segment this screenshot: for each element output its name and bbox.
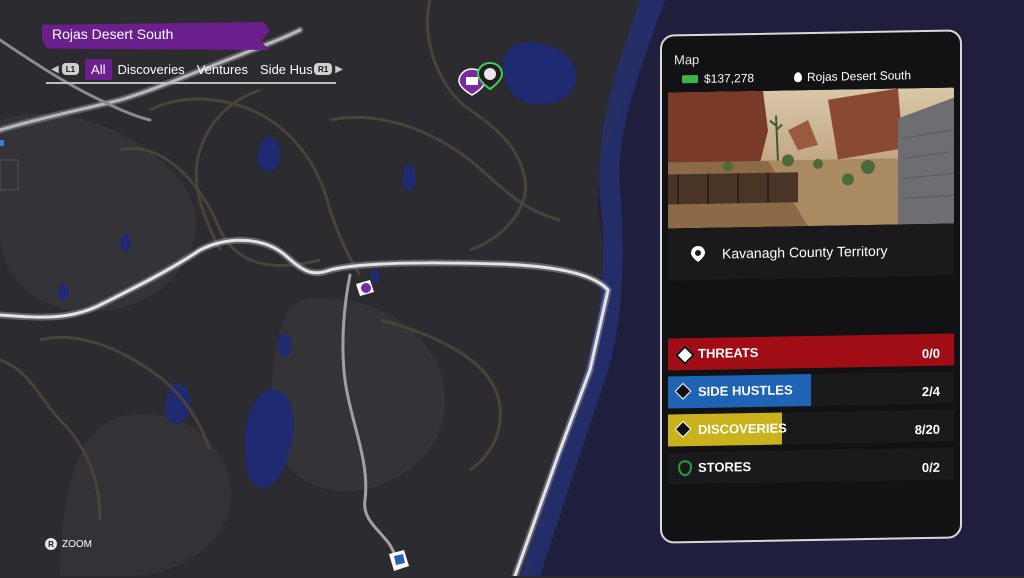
stat-row-discoveries[interactable]: DISCOVERIES 8/20 xyxy=(668,409,954,447)
money-value: $137,278 xyxy=(704,70,755,86)
tabs-divider xyxy=(46,82,336,84)
money-display: $137,278 xyxy=(682,71,754,86)
stat-label: SIDE HUSTLES xyxy=(698,382,793,399)
location-name: Rojas Desert South xyxy=(807,68,912,85)
r-button-icon: R xyxy=(45,538,57,550)
shield-icon xyxy=(678,460,692,477)
zoom-label: ZOOM xyxy=(62,538,92,550)
stat-row-stores[interactable]: STORES 0/2 xyxy=(668,447,954,485)
region-title: Rojas Desert South xyxy=(52,26,174,42)
category-tabs: ◀ L1 All Discoveries Ventures Side Hus R… xyxy=(48,58,346,80)
territory-name: Kavanagh County Territory xyxy=(722,242,888,262)
tab-right-arrow-icon[interactable]: ▶ xyxy=(335,64,343,75)
stat-label: DISCOVERIES xyxy=(698,420,787,437)
location-caption: Kavanagh County Territory xyxy=(668,223,954,281)
zoom-hint: R ZOOM xyxy=(45,538,92,550)
location-display: Rojas Desert South xyxy=(794,68,911,84)
tab-discoveries[interactable]: Discoveries xyxy=(112,59,191,80)
location-pin-icon xyxy=(794,72,802,83)
discovery-marker-icon[interactable] xyxy=(354,278,376,298)
store-marker-icon[interactable] xyxy=(476,61,504,91)
l1-button-icon[interactable]: L1 xyxy=(61,63,80,75)
stat-value: 2/4 xyxy=(921,383,940,400)
tab-left-arrow-icon[interactable]: ◀ xyxy=(51,64,59,75)
tab-all[interactable]: All xyxy=(85,58,112,80)
map-info-panel: Map $137,278 Rojas Desert South Kavanagh… xyxy=(660,29,962,544)
stat-value: 0/2 xyxy=(921,459,940,476)
stat-row-threats[interactable]: THREATS 0/0 xyxy=(668,333,954,371)
tab-ventures[interactable]: Ventures xyxy=(191,59,254,80)
cash-icon xyxy=(682,74,698,84)
tab-side-hustles[interactable]: Side Hus xyxy=(254,59,314,80)
r1-button-icon[interactable]: R1 xyxy=(314,63,333,75)
location-photo xyxy=(668,87,954,229)
panel-title: Map xyxy=(674,51,700,68)
stat-label: THREATS xyxy=(698,344,759,361)
stat-row-side-hustles[interactable]: SIDE HUSTLES 2/4 xyxy=(668,371,954,409)
stat-value: 8/20 xyxy=(914,421,940,438)
location-pin-icon xyxy=(690,245,706,263)
stat-value: 0/0 xyxy=(921,345,940,362)
stat-label: STORES xyxy=(698,459,752,475)
side-hustle-marker-icon[interactable] xyxy=(386,548,412,574)
